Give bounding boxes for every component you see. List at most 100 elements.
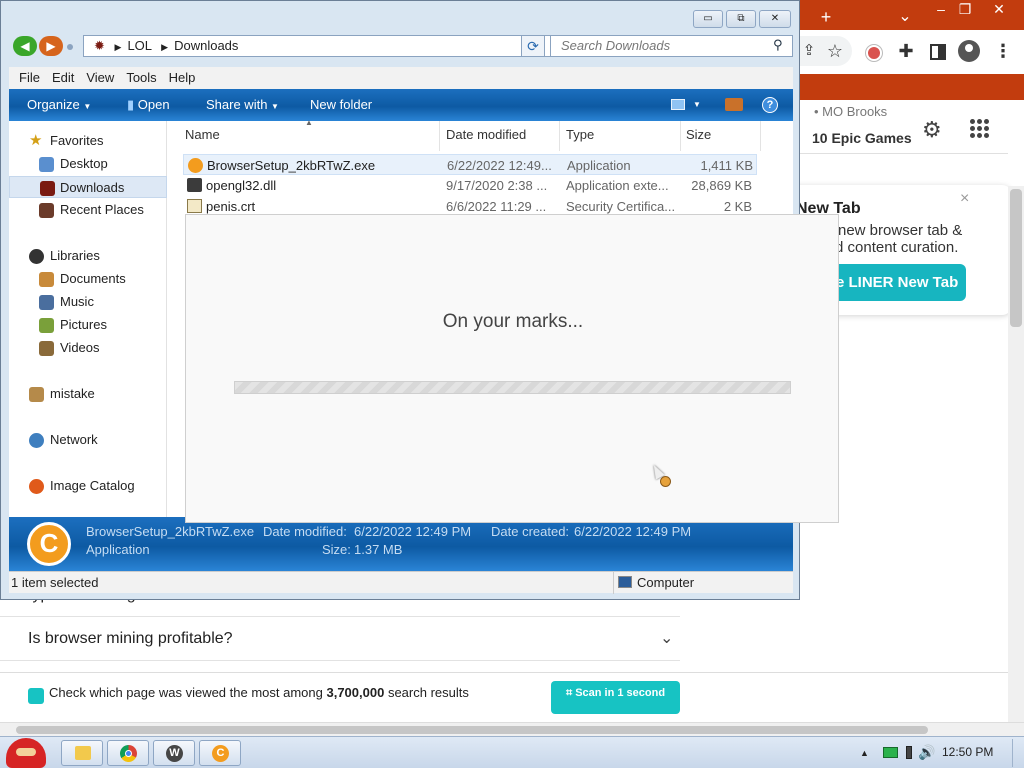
column-name[interactable]: Name	[185, 127, 220, 142]
nav-libraries[interactable]: Libraries	[9, 245, 167, 267]
nav-recent-places[interactable]: Recent Places	[9, 199, 167, 221]
start-button-icon[interactable]	[6, 738, 46, 768]
nav-videos[interactable]: Videos	[9, 337, 167, 359]
share-with-button[interactable]: Share with ▼	[206, 89, 279, 123]
scrollbar-thumb[interactable]	[1010, 189, 1022, 327]
scrollbar-thumb[interactable]	[16, 726, 928, 734]
address-bar[interactable]: ✹ ▶LOL ▶Downloads ▼	[83, 35, 553, 57]
taskbar-explorer[interactable]	[61, 740, 103, 766]
organize-button[interactable]: Organize ▼	[27, 89, 91, 123]
chrome-close-button[interactable]: ✕	[984, 0, 1014, 26]
view-options-icon[interactable]	[671, 99, 685, 110]
search-input[interactable]: Search Downloads	[550, 35, 793, 57]
menu-tools[interactable]: Tools	[120, 67, 162, 89]
scan-button[interactable]: ⌗ Scan in 1 second	[551, 681, 680, 714]
recent-pages-icon[interactable]	[67, 44, 73, 50]
help-icon[interactable]: ?	[762, 97, 778, 113]
forward-arrow-icon[interactable]: ▶	[39, 36, 63, 56]
nav-documents[interactable]: Documents	[9, 268, 167, 290]
liner-logo-icon	[28, 688, 44, 704]
faq-item[interactable]: Is browser mining profitable? ⌄	[0, 617, 680, 661]
tray-expand-icon[interactable]: ▲	[860, 748, 869, 758]
menu-view[interactable]: View	[80, 67, 120, 89]
list-item-games: 10 Epic Games	[812, 130, 912, 146]
side-panel-icon[interactable]	[930, 44, 946, 60]
minimize-button[interactable]: ▭	[693, 10, 723, 28]
battery-icon[interactable]	[906, 746, 912, 759]
column-date-modified[interactable]: Date modified	[446, 127, 526, 142]
details-size: 1.37 MB	[354, 542, 403, 557]
apps-grid-icon[interactable]	[970, 119, 990, 139]
image-catalog-icon	[29, 479, 44, 494]
nav-music[interactable]: Music	[9, 291, 167, 313]
nav-network[interactable]: Network	[9, 429, 167, 451]
close-button[interactable]: ✕	[759, 10, 791, 28]
maximize-button[interactable]: ⧉	[726, 10, 756, 28]
breadcrumb-arrow-icon: ▶	[161, 42, 169, 52]
chrome-minimize-button[interactable]: –	[928, 0, 954, 26]
profile-avatar-icon[interactable]	[958, 40, 980, 62]
file-type: Application	[567, 158, 631, 173]
file-type: Application exte...	[566, 178, 669, 193]
nav-desktop[interactable]: Desktop	[9, 153, 167, 175]
taskbar-installer[interactable]: C	[199, 740, 241, 766]
nav-image-catalog[interactable]: Image Catalog	[9, 475, 167, 497]
liner-scan-bar: Check which page was viewed the most amo…	[0, 672, 1024, 722]
bookmark-star-icon[interactable]: ☆	[822, 38, 848, 64]
nav-pictures[interactable]: Pictures	[9, 314, 167, 336]
star-icon: ★	[29, 132, 43, 149]
open-button[interactable]: ▮ Open	[127, 89, 170, 121]
menu-help[interactable]: Help	[163, 67, 202, 89]
file-date: 6/22/2022 12:49...	[447, 158, 552, 173]
file-row[interactable]: BrowserSetup_2kbRTwZ.exe 6/22/2022 12:49…	[183, 154, 757, 175]
volume-icon[interactable]: 🔊	[918, 744, 935, 761]
file-large-icon: C	[27, 522, 71, 566]
menu-bar: File Edit View Tools Help	[9, 67, 793, 89]
installer-icon	[188, 158, 203, 173]
refresh-icon[interactable]: ⟳	[521, 35, 545, 57]
list-item-partial: • MO Brooks	[814, 104, 888, 119]
liner-close-icon[interactable]: ×	[960, 190, 969, 208]
vertical-scrollbar[interactable]	[1008, 186, 1024, 722]
menu-edit[interactable]: Edit	[46, 67, 80, 89]
nav-favorites[interactable]: ★ Favorites	[9, 130, 167, 152]
column-type[interactable]: Type	[566, 127, 594, 142]
horizontal-scrollbar[interactable]	[0, 722, 1024, 736]
menu-file[interactable]: File	[13, 67, 46, 89]
dialog-message: On your marks...	[442, 311, 584, 332]
puzzle-extensions-icon[interactable]: ✚	[893, 38, 919, 64]
details-date-created: 6/22/2022 12:49 PM	[574, 524, 692, 539]
file-name: opengl32.dll	[206, 178, 277, 193]
chevron-down-icon: ⌄	[660, 630, 674, 647]
wordpress-icon: W	[166, 745, 183, 762]
new-folder-button[interactable]: New folder	[310, 89, 372, 121]
breadcrumb-arrow-icon: ▶	[114, 42, 122, 52]
taskbar-wordpress[interactable]: W	[153, 740, 195, 766]
preview-pane-icon[interactable]	[725, 98, 743, 111]
settings-gear-icon[interactable]: ⚙	[922, 117, 942, 143]
chrome-restore-button[interactable]: ❐	[952, 0, 978, 26]
tab-list-button[interactable]: ⌄	[890, 0, 920, 34]
nav-downloads[interactable]: Downloads	[9, 176, 167, 198]
breadcrumb-lol[interactable]: LOL	[127, 38, 151, 53]
tray-app-icon[interactable]	[883, 747, 898, 758]
faq-question-label: Is browser mining profitable?	[28, 630, 233, 647]
show-desktop-button[interactable]	[1012, 739, 1024, 767]
desktop-icon	[39, 157, 54, 172]
nav-mistake[interactable]: mistake	[9, 383, 167, 405]
file-row[interactable]: opengl32.dll 9/17/2020 2:38 ... Applicat…	[183, 175, 757, 196]
network-icon	[29, 433, 44, 448]
view-dropdown-icon[interactable]: ▼	[693, 89, 701, 121]
taskbar-chrome[interactable]	[107, 740, 149, 766]
dll-icon	[187, 178, 202, 192]
new-tab-button[interactable]: +	[808, 0, 844, 34]
chrome-menu-icon[interactable]: ⋮	[990, 38, 1016, 64]
extension-icon[interactable]	[866, 45, 882, 61]
breadcrumb-downloads[interactable]: Downloads	[174, 38, 238, 53]
back-arrow-icon[interactable]: ◀	[13, 36, 37, 56]
clock[interactable]: 12:50 PM	[942, 745, 993, 759]
details-date-modified-label: Date modified:	[263, 524, 347, 539]
status-bar: 1 item selected Computer	[9, 571, 793, 594]
column-size[interactable]: Size	[686, 127, 711, 142]
pictures-icon	[39, 318, 54, 333]
